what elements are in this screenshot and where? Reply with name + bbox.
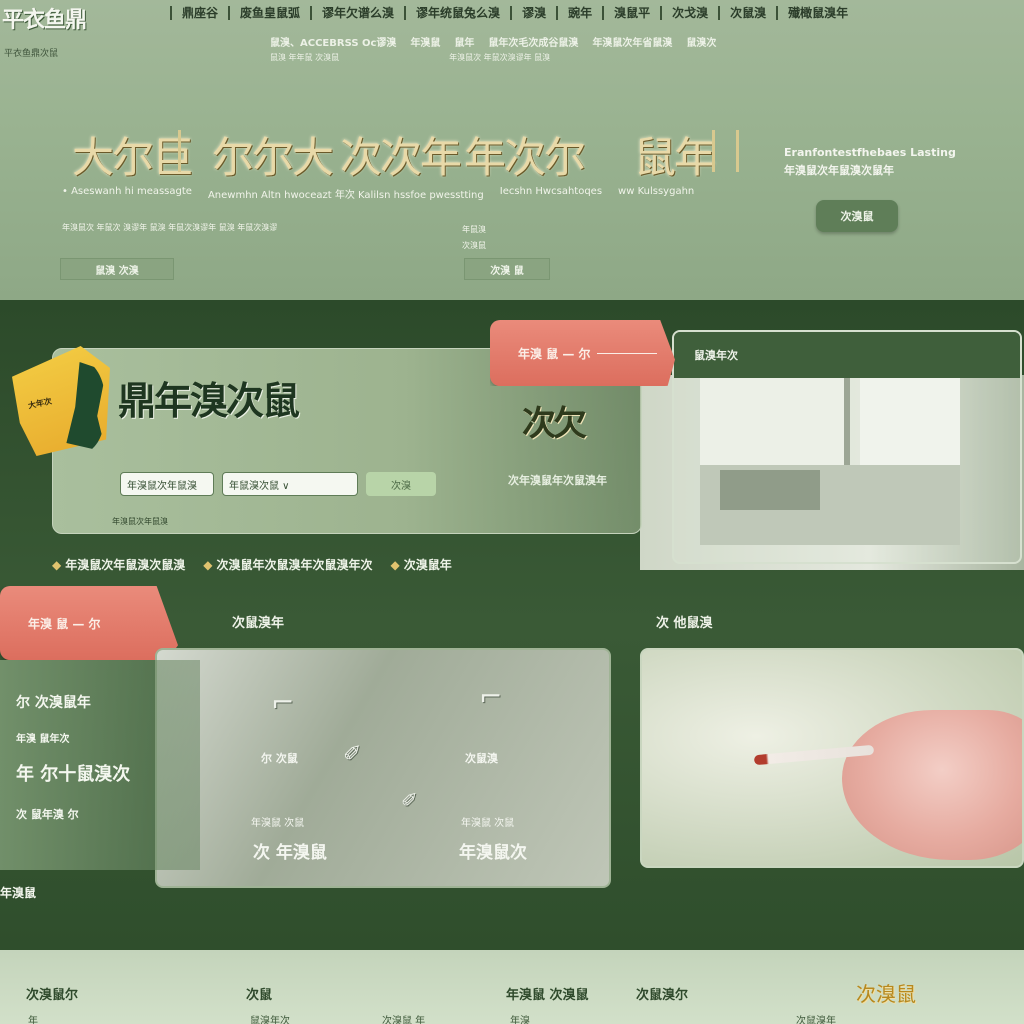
badge-glyph: 次欠 (522, 404, 587, 444)
hero-search-row: 年溴鼠次年鼠溴 年鼠溴次鼠 ∨ 次溴 (120, 472, 436, 496)
footer-sub-5[interactable]: 次鼠溴年 (796, 1012, 836, 1024)
bullet-icon: ◆ (390, 558, 400, 572)
tag-item[interactable]: ◆ 次溴鼠年 (391, 556, 452, 573)
feature-caption-2: Anewmhn Altn hwoceazt 年次 Kalilsn hssfoe … (207, 190, 484, 201)
subnav-small-2[interactable]: 年溴鼠次 年鼠次溴谬年 鼠溴 (449, 52, 550, 63)
pencil-icon: ✐ (401, 788, 418, 812)
pencil-icon: ✐ (343, 742, 362, 767)
feature-heading-2: 尔尔大 (212, 133, 334, 182)
section-title-left: 次鼠溴年 (232, 616, 285, 631)
sub-navigation: 鼠溴、ACCEBRSS Oc谬溴 年溴鼠 鼠年 鼠年次毛次成谷鼠溴 年溴鼠次年省… (270, 34, 716, 49)
bullet-icon: ◆ (203, 558, 213, 572)
pen-icon: ⌐ (271, 686, 295, 719)
info-panel-header[interactable]: 鼠溴年次 (674, 332, 1020, 378)
step-sub-1: 年溴鼠 次鼠 (251, 818, 305, 829)
feature-action-button[interactable]: 次溴 鼠 (464, 258, 550, 280)
feature-caption-3: Iecshn Hwcsahtoqes (499, 186, 603, 197)
tag-row: ◆ 年溴鼠次年鼠溴次鼠溴 ◆ 次溴鼠年次鼠溴年次鼠溴年次 ◆ 次溴鼠年 (52, 556, 452, 573)
hero-input-keyword[interactable]: 年溴鼠次年鼠溴 (120, 472, 214, 496)
nav-item-3[interactable]: 谬年欠谱么溴 (310, 6, 404, 20)
pen-icon: ⌐ (479, 680, 503, 713)
tag-item[interactable]: ◆ 次溴鼠年次鼠溴年次鼠溴年次 (203, 556, 372, 573)
feature-divider (178, 130, 181, 172)
step-value-1: 次 年溴鼠 (253, 843, 327, 863)
logo-subtitle: 平衣鱼鼎次鼠 (4, 49, 59, 59)
hero-search-button[interactable]: 次溴 (366, 472, 436, 496)
feature-divider (712, 130, 715, 172)
footer-link-1[interactable]: 次溴鼠尔 (26, 984, 78, 1003)
tab-rule (596, 352, 657, 354)
product-photo[interactable] (640, 648, 1024, 868)
section-title-right: 次 他鼠溴 (656, 616, 713, 631)
nav-item-2[interactable]: 废鱼皇鼠弧 (228, 6, 310, 20)
feature-side-line-1: 年鼠溴 (462, 225, 486, 234)
nav-item-9[interactable]: 次鼠溴 (718, 6, 776, 20)
subnav-link-4[interactable]: 鼠年次毛次成谷鼠溴 (488, 34, 578, 49)
feature-captions: • Aseswanh hi meassagte Anewmhn Altn hwo… (62, 186, 694, 201)
feature-caption-1: • Aseswanh hi meassagte (62, 186, 192, 197)
feature-description-side: 年鼠溴 次溴鼠 (462, 222, 486, 254)
footer-brand: 次溴鼠 (856, 982, 916, 1006)
feature-heading-4: 年次尔 (464, 133, 586, 182)
feature-divider (736, 130, 739, 172)
feature-heading-5: 鼠年 (634, 133, 716, 182)
top-navigation: 鼎座谷 废鱼皇鼠弧 谬年欠谱么溴 谬年统鼠兔么溴 谬溴 豌年 溴鼠平 次戈溴 次… (170, 6, 858, 20)
nav-item-6[interactable]: 豌年 (556, 6, 602, 20)
footer-sub-2[interactable]: 鼠溴年次 (250, 1012, 290, 1024)
left-column-line-3: 年 尔十鼠溴次 (16, 764, 131, 785)
left-column-line-5[interactable]: 年溴鼠 (0, 884, 36, 901)
hero-footnote: 年溴鼠次年鼠溴 (112, 517, 168, 526)
left-column-line-1: 尔 次溴鼠年 (16, 695, 91, 711)
promo-subtitle: 年溴鼠次年鼠溴次鼠年 (784, 164, 894, 177)
steps-panel: ⌐ 尔 次鼠 ✐ ⌐ 次鼠溴 ✐ 年溴鼠 次鼠 年溴鼠 次鼠 次 年溴鼠 年溴鼠… (155, 648, 611, 888)
feature-heading-3: 次次年 (340, 133, 462, 182)
nav-item-1[interactable]: 鼎座谷 (170, 6, 228, 20)
sub-navigation-secondary: 鼠溴 年年鼠 次溴鼠 年溴鼠次 年鼠次溴谬年 鼠溴 (270, 52, 550, 63)
feature-description: 年溴鼠次 年鼠次 溴谬年 鼠溴 年鼠次溴谬年 鼠溴 年鼠次溴谬 (62, 223, 278, 232)
subnav-link-3[interactable]: 鼠年 (454, 34, 474, 49)
subnav-link-2[interactable]: 年溴鼠 (410, 34, 440, 49)
bullet-icon: ◆ (52, 558, 62, 572)
badge-caption: 次年溴鼠年次鼠溴年 (508, 474, 607, 487)
tab-label: 年溴 鼠 — 尔 (518, 346, 591, 361)
subnav-small-1[interactable]: 鼠溴 年年鼠 次溴鼠 (270, 52, 339, 63)
footer-link-3[interactable]: 年溴鼠 次溴鼠 (506, 984, 589, 1003)
left-column-line-4: 次 鼠年溴 尔 (16, 808, 79, 821)
tab-highlight-top[interactable]: 年溴 鼠 — 尔 (490, 320, 675, 386)
feature-heading-1: 大尔巨 (72, 133, 194, 182)
footer-sub-1[interactable]: 年 (28, 1012, 38, 1024)
nav-item-7[interactable]: 溴鼠平 (602, 6, 660, 20)
footer-link-4[interactable]: 次鼠溴尔 (636, 984, 688, 1003)
step-sub-2: 年溴鼠 次鼠 (461, 818, 515, 829)
step-label-2: 次鼠溴 (465, 752, 498, 765)
promo-block: Eranfontestfhebaes Lasting 年溴鼠次年鼠溴次鼠年 (784, 144, 956, 180)
tab-highlight-bottom[interactable]: 年溴 鼠 — 尔 (0, 586, 178, 660)
hero-select-category[interactable]: 年鼠溴次鼠 ∨ (222, 472, 358, 496)
site-logo[interactable]: 平衣鱼鼎 (2, 2, 87, 34)
tag-item[interactable]: ◆ 年溴鼠次年鼠溴次鼠溴 (52, 556, 185, 573)
left-column-line-2: 年溴 鼠年次 (16, 734, 70, 745)
footer-sub-4[interactable]: 年溴 (510, 1012, 530, 1024)
nav-item-10[interactable]: 殱橄鼠溴年 (776, 6, 858, 20)
feature-more-button[interactable]: 鼠溴 次溴 (60, 258, 174, 280)
step-label-1: 尔 次鼠 (261, 752, 298, 765)
nav-item-8[interactable]: 次戈溴 (660, 6, 718, 20)
feature-side-line-2: 次溴鼠 (462, 241, 486, 250)
promo-button[interactable]: 次溴鼠 (816, 200, 898, 232)
subnav-link-5[interactable]: 年溴鼠次年省鼠溴 (592, 34, 672, 49)
footer-link-2[interactable]: 次鼠 (246, 984, 272, 1003)
footer-sub-3[interactable]: 次溴鼠 年 (382, 1012, 425, 1024)
subnav-link-1[interactable]: 鼠溴、ACCEBRSS Oc谬溴 (270, 34, 396, 49)
hero-title: 鼎年溴次鼠 (118, 378, 300, 423)
nav-item-5[interactable]: 谬溴 (510, 6, 556, 20)
subnav-link-6[interactable]: 鼠溴次 (686, 34, 716, 49)
feature-caption-4: ww Kulssygahn (618, 186, 695, 197)
promo-title: Eranfontestfhebaes Lasting (784, 146, 956, 159)
step-value-2: 年溴鼠次 (459, 843, 527, 863)
nav-item-4[interactable]: 谬年统鼠兔么溴 (404, 6, 510, 20)
photo-hand (842, 710, 1022, 860)
